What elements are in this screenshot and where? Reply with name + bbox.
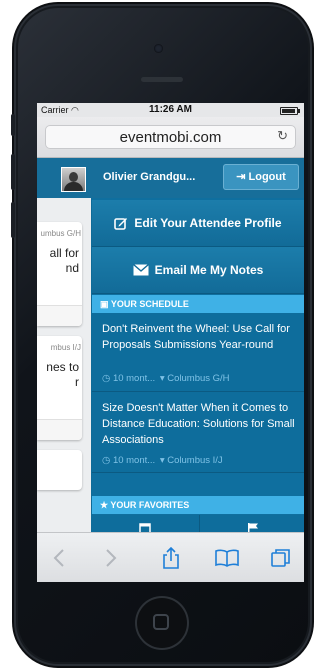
flag-icon — [247, 523, 258, 532]
bookmarks-icon[interactable] — [215, 546, 239, 570]
mute-switch — [11, 114, 15, 136]
schedule-item[interactable]: Size Doesn't Matter When it Comes to Dis… — [92, 392, 304, 473]
battery-icon — [280, 107, 300, 115]
schedule-item[interactable]: Don't Reinvent the Wheel: Use Call for P… — [92, 313, 304, 392]
card-title-line: all for — [49, 246, 79, 260]
browser-address-bar: eventmobi.com ↻ — [37, 117, 304, 158]
card-footer — [37, 305, 82, 326]
schedule-header-label: YOUR SCHEDULE — [110, 299, 189, 309]
schedule-item-time: 10 mont... — [112, 455, 156, 466]
calendar-icon — [138, 523, 151, 532]
envelope-icon — [132, 264, 149, 276]
edit-icon — [114, 218, 128, 230]
favorite-exhibitors-tile[interactable] — [199, 515, 304, 532]
avatar-shoulders — [64, 182, 83, 191]
favorite-sessions-tile[interactable] — [92, 515, 197, 532]
wifi-icon: ◠ — [71, 105, 79, 115]
schedule-item-meta: ◷ 10 mont... ▾ Columbus I/J — [102, 455, 223, 466]
carrier-text: Carrier — [41, 105, 69, 115]
email-notes-button[interactable]: Email Me My Notes — [92, 247, 304, 294]
url-domain: eventmobi.com — [119, 129, 222, 146]
background-session-card[interactable]: umbus G/H all for nd — [37, 222, 82, 326]
user-header: Olivier Grandgu... ⇥ Logout — [37, 158, 304, 198]
card-footer — [37, 419, 82, 440]
email-notes-label: Email Me My Notes — [154, 263, 264, 277]
schedule-item-title: Don't Reinvent the Wheel: Use Call for P… — [102, 323, 290, 351]
schedule-section-header: ▣ YOUR SCHEDULE — [92, 295, 304, 313]
location-pin-icon: ▾ — [159, 455, 165, 466]
card-location: umbus G/H — [40, 229, 81, 238]
schedule-item-location: Columbus I/J — [167, 455, 223, 466]
edit-profile-label: Edit Your Attendee Profile — [134, 216, 282, 230]
logout-label: Logout — [248, 171, 286, 183]
home-square-icon — [153, 614, 169, 630]
url-field[interactable]: eventmobi.com ↻ — [45, 125, 296, 149]
schedule-item-title: Size Doesn't Matter When it Comes to Dis… — [102, 402, 295, 446]
volume-up-button — [11, 154, 15, 190]
home-button[interactable] — [135, 596, 189, 650]
favorites-header-label: YOUR FAVORITES — [110, 500, 190, 510]
schedule-item-time: 10 mont... — [112, 373, 156, 384]
logout-button[interactable]: ⇥ Logout — [223, 164, 299, 190]
clock-icon: ◷ — [102, 373, 111, 384]
reload-icon[interactable]: ↻ — [277, 128, 288, 144]
favorites-section-header: ★ YOUR FAVORITES — [92, 496, 304, 514]
carrier-label: Carrier ◠ — [41, 105, 79, 116]
schedule-item-location: Columbus G/H — [167, 373, 230, 384]
status-time: 11:26 AM — [149, 104, 192, 115]
back-icon[interactable] — [47, 546, 71, 570]
forward-icon[interactable] — [99, 546, 123, 570]
star-icon: ★ — [100, 500, 109, 510]
tabs-icon[interactable] — [269, 546, 293, 570]
browser-toolbar — [37, 532, 304, 582]
location-pin-icon: ▾ — [159, 373, 165, 384]
avatar-head — [69, 172, 78, 182]
schedule-item-meta: ◷ 10 mont... ▾ Columbus G/H — [102, 373, 230, 384]
phone-screen: Carrier ◠ 11:26 AM eventmobi.com ↻ umbus… — [37, 103, 304, 582]
card-location: mbus I/J — [50, 343, 81, 352]
clock-icon: ◷ — [102, 455, 111, 466]
edit-profile-button[interactable]: Edit Your Attendee Profile — [92, 200, 304, 247]
background-session-card[interactable]: mbus I/J nes to r — [37, 336, 82, 440]
logout-icon: ⇥ — [236, 171, 246, 183]
avatar[interactable] — [61, 167, 86, 192]
side-menu-panel: Olivier Grandgu... ⇥ Logout Edit Your At… — [37, 158, 304, 532]
favorites-row — [92, 515, 304, 532]
card-title-line: r — [75, 375, 79, 389]
card-title-line: nd — [65, 261, 79, 275]
calendar-icon: ▣ — [100, 299, 109, 309]
card-title-line: nes to — [46, 360, 79, 374]
app-viewport: umbus G/H all for nd mbus I/J nes to r O… — [37, 158, 304, 532]
status-bar: Carrier ◠ 11:26 AM — [37, 103, 304, 117]
volume-down-button — [11, 202, 15, 238]
background-agenda-panel: umbus G/H all for nd mbus I/J nes to r — [37, 158, 91, 532]
front-camera — [154, 44, 163, 53]
background-session-card[interactable] — [37, 450, 82, 490]
user-name[interactable]: Olivier Grandgu... — [103, 171, 195, 183]
earpiece-speaker — [141, 77, 183, 82]
share-icon[interactable] — [159, 546, 183, 570]
